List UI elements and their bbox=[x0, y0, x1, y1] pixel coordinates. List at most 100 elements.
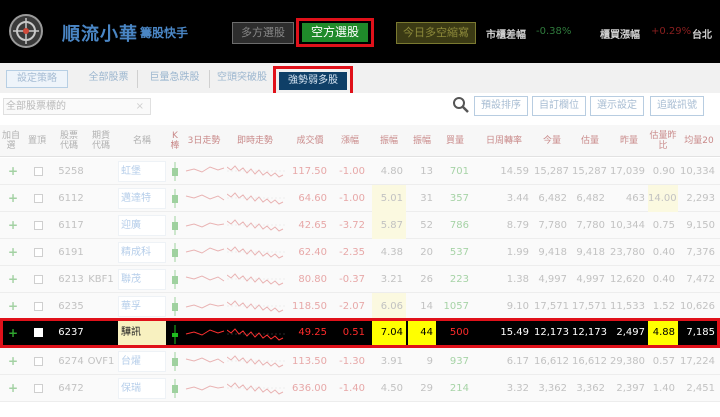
cell-name[interactable]: 台燿 bbox=[118, 348, 166, 375]
table-row[interactable]: +5258 虹堡 117.50 -1.00 4.80 13 701 14.59 15,287 15… bbox=[0, 158, 720, 185]
kbar-icon bbox=[172, 325, 178, 344]
tab-volume-drop[interactable]: 巨量急跌股 bbox=[140, 70, 210, 88]
long-selection-button[interactable]: 多方選股 bbox=[232, 22, 294, 44]
cell-yest: 2,397 bbox=[616, 383, 645, 394]
cell-turnover: 9.10 bbox=[506, 301, 529, 312]
pin-checkbox[interactable] bbox=[33, 220, 43, 230]
col-price[interactable]: 成交價 bbox=[290, 125, 330, 157]
add-watchlist-button[interactable]: + bbox=[4, 239, 22, 266]
add-watchlist-button[interactable]: + bbox=[4, 375, 22, 402]
col-amplitude[interactable]: 振幅 bbox=[372, 125, 406, 157]
col-3day-trend[interactable]: 3日走勢 bbox=[183, 125, 225, 157]
pin-cell bbox=[30, 185, 46, 212]
display-settings-button[interactable]: 選示設定 bbox=[590, 96, 644, 116]
default-sort-button[interactable]: 預設排序 bbox=[474, 96, 528, 116]
pin-checkbox[interactable] bbox=[33, 166, 43, 176]
tab-strong-long[interactable]: 強勢弱多股 bbox=[279, 72, 347, 90]
table-row[interactable]: +6213 KBF1 聯茂 80.80 -0.37 3.21 26 223 1.38 4,997 4… bbox=[0, 266, 720, 293]
cell-yest: 23,780 bbox=[610, 247, 645, 258]
table-row[interactable]: +6117 迎廣 42.65 -3.72 5.87 52 786 8.79 7,780 7,780… bbox=[0, 212, 720, 239]
col-intraday-trend[interactable]: 即時走勢 bbox=[226, 125, 284, 157]
col-est-ratio[interactable]: 估量昨比 bbox=[648, 125, 678, 157]
cell-turnover: 3.44 bbox=[506, 193, 529, 204]
cell-est: 7,780 bbox=[576, 220, 605, 231]
cell-name[interactable]: 迎廣 bbox=[118, 212, 166, 239]
cell-vol: 223 bbox=[449, 274, 469, 285]
pin-checkbox[interactable] bbox=[33, 356, 43, 366]
cell-change: -3.72 bbox=[339, 220, 365, 231]
short-selection-button[interactable]: 空方選股 bbox=[302, 23, 368, 42]
add-watchlist-button[interactable]: + bbox=[4, 348, 22, 375]
pin-cell bbox=[30, 348, 46, 375]
add-watchlist-button[interactable]: + bbox=[4, 185, 22, 212]
cell-ratio: 0.40 bbox=[652, 274, 675, 285]
pin-checkbox[interactable] bbox=[33, 327, 43, 337]
cell-name[interactable]: 華孚 bbox=[118, 293, 166, 320]
table-row[interactable]: +6235 華孚 118.50 -2.07 6.06 14 1057 9.10 17,571 17… bbox=[0, 293, 720, 320]
cell-code: 6191 bbox=[58, 247, 84, 258]
cell-turnover: 14.59 bbox=[500, 166, 529, 177]
table-row[interactable]: +6237 驊訊 49.25 0.51 7.04 44 500 15.49 12,173 12,1… bbox=[0, 318, 720, 348]
add-watchlist-button[interactable]: + bbox=[4, 293, 22, 320]
custom-columns-button[interactable]: 自訂欄位 bbox=[532, 96, 586, 116]
cell-ratio: 0.75 bbox=[652, 220, 675, 231]
col-today-volume[interactable]: 今量 bbox=[534, 125, 570, 157]
cell-price: 64.60 bbox=[298, 193, 327, 204]
col-futures-code[interactable]: 期貨代碼 bbox=[88, 125, 114, 157]
col-change[interactable]: 漲幅 bbox=[332, 125, 368, 157]
col-est-volume[interactable]: 估量 bbox=[572, 125, 608, 157]
add-watchlist-button[interactable]: + bbox=[4, 266, 22, 293]
cell-name[interactable]: 邁達特 bbox=[118, 185, 166, 212]
cell-name[interactable]: 聯茂 bbox=[118, 266, 166, 293]
clear-icon[interactable]: × bbox=[136, 99, 144, 114]
cell-name[interactable]: 精成科 bbox=[118, 239, 166, 266]
pin-checkbox[interactable] bbox=[33, 247, 43, 257]
add-watchlist-button[interactable]: + bbox=[4, 158, 22, 185]
tab-all-stocks[interactable]: 全部股票 bbox=[80, 70, 138, 88]
col-name[interactable]: 名稱 bbox=[118, 125, 166, 157]
pin-checkbox[interactable] bbox=[33, 274, 43, 284]
col-stock-code[interactable]: 股票代碼 bbox=[58, 125, 80, 157]
cell-turnover: 1.38 bbox=[506, 274, 529, 285]
col-kbar[interactable]: K棒 bbox=[168, 125, 182, 157]
col-bid-volume[interactable]: 買量 bbox=[438, 125, 472, 157]
search-icon[interactable] bbox=[452, 96, 470, 114]
pin-checkbox[interactable] bbox=[33, 383, 43, 393]
add-watchlist-button[interactable]: + bbox=[4, 212, 22, 239]
table-row[interactable]: +6191 精成科 62.40 -2.35 4.38 20 537 1.99 9,418 9,41… bbox=[0, 239, 720, 266]
cell-code: 6117 bbox=[58, 220, 84, 231]
cell-fut: OVF1 bbox=[87, 356, 115, 367]
cell-name[interactable]: 保瑞 bbox=[118, 375, 166, 402]
cell-name[interactable]: 虹堡 bbox=[118, 158, 166, 185]
cell-amp2: 44 bbox=[408, 321, 436, 345]
col-amplitude-2[interactable]: 振幅 bbox=[408, 125, 436, 157]
cell-yest: 463 bbox=[625, 193, 645, 204]
cell-amp: 5.01 bbox=[372, 185, 406, 212]
col-yest-volume[interactable]: 昨量 bbox=[610, 125, 648, 157]
tab-strategy-settings[interactable]: 設定策略 bbox=[6, 70, 68, 88]
col-turnover[interactable]: 日周轉率 bbox=[476, 125, 532, 157]
stock-universe-select[interactable]: 全部股票標的 × bbox=[3, 98, 151, 115]
cell-amp2: 26 bbox=[420, 274, 433, 285]
table-row[interactable]: +6112 邁達特 64.60 -1.00 5.01 31 357 3.44 6,482 6,48… bbox=[0, 185, 720, 212]
tab-bear-breakout[interactable]: 空頭突破股 bbox=[212, 70, 272, 88]
cell-code: 6472 bbox=[58, 383, 84, 394]
cell-ratio: 0.40 bbox=[652, 247, 675, 258]
table-row[interactable]: +6472 保瑞 636.00 -1.40 4.50 29 214 3.32 3,362 3,36… bbox=[0, 375, 720, 402]
three-day-trend-chart bbox=[185, 303, 225, 309]
kbar-icon bbox=[172, 297, 178, 316]
add-watchlist-button[interactable]: + bbox=[4, 321, 22, 345]
cell-vol: 786 bbox=[449, 220, 469, 231]
pin-checkbox[interactable] bbox=[33, 301, 43, 311]
col-avg20[interactable]: 均量20 bbox=[680, 125, 718, 157]
track-signal-button[interactable]: 追蹤訊號 bbox=[650, 96, 704, 116]
today-long-short-button[interactable]: 今日多空縮寫 bbox=[396, 22, 476, 44]
table-row[interactable]: +6274 OVF1 台燿 113.50 -1.30 3.91 9 937 6.17 16,612… bbox=[0, 348, 720, 375]
col-pin[interactable]: 置頂 bbox=[28, 125, 46, 157]
cell-name[interactable]: 驊訊 bbox=[118, 321, 166, 345]
cell-amp2: 31 bbox=[420, 193, 433, 204]
col-add-watchlist[interactable]: 加自選 bbox=[0, 125, 22, 157]
pin-checkbox[interactable] bbox=[33, 193, 43, 203]
cell-est: 9,418 bbox=[576, 247, 605, 258]
cell-ratio: 0.57 bbox=[652, 356, 675, 367]
